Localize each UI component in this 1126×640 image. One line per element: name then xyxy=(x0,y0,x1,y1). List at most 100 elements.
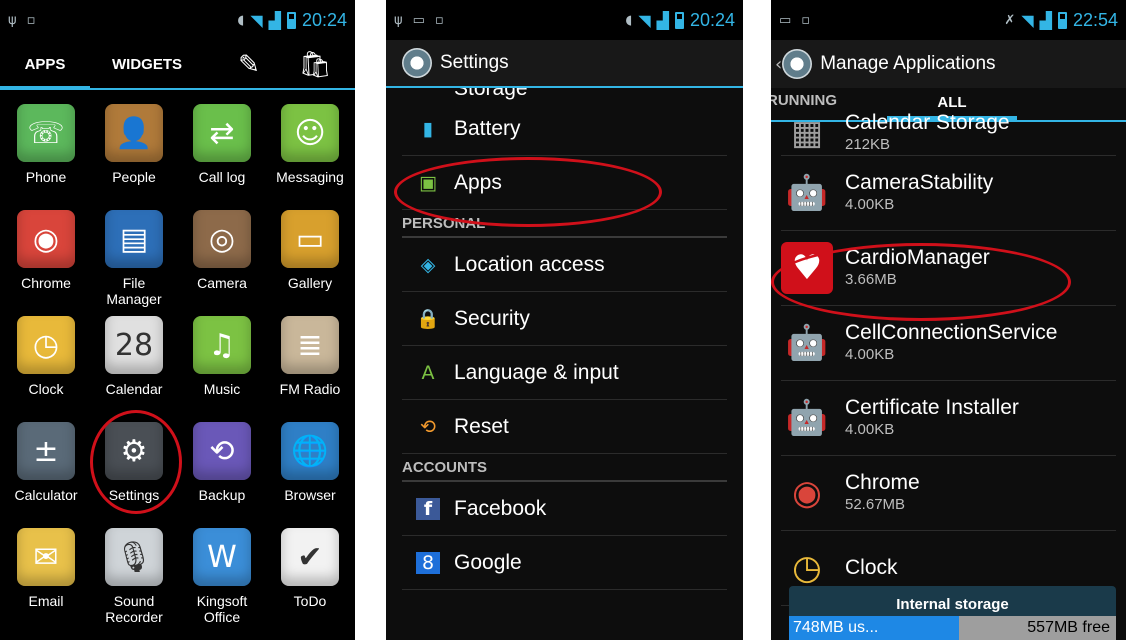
reset-icon: ⟲ xyxy=(420,415,436,438)
app-size: 4.00KB xyxy=(845,196,895,213)
storage-free: 557MB free xyxy=(959,616,1116,640)
tab-widgets[interactable]: WIDGETS xyxy=(98,40,196,88)
app-file-manager[interactable]: ▤ File Manager xyxy=(90,210,178,316)
storage-title: Internal storage xyxy=(896,596,1009,613)
app-list: ▦ Calendar Storage 212KB 🤖 CameraStability 4.… xyxy=(771,110,1126,606)
calendar-icon: 28 xyxy=(105,316,163,374)
store-icon[interactable]: 🛍 xyxy=(298,50,332,80)
app-sound-recorder[interactable]: 🎙 Sound Recorder xyxy=(90,528,178,634)
messaging-icon: ☺ xyxy=(281,104,339,162)
back-icon[interactable]: ‹ xyxy=(775,54,782,75)
app-label: Music xyxy=(203,381,241,397)
battery-icon xyxy=(286,11,296,29)
image-icon: ▭ xyxy=(779,12,792,28)
settings-action-bar: Settings xyxy=(386,40,743,88)
battery-icon xyxy=(1057,11,1067,29)
status-bar: ψ ▫ ◖ ◥ ▟ 20:24 xyxy=(0,0,355,40)
app-label: Browser xyxy=(284,487,336,503)
app-email[interactable]: ✉ Email xyxy=(2,528,90,634)
usb-icon: ψ xyxy=(8,12,17,28)
mute-icon: ✗ xyxy=(1004,12,1016,28)
browser-icon: 🌐 xyxy=(281,422,339,480)
status-bar: ▭ ▫ ✗ ◥ ▟ 22:54 xyxy=(771,0,1126,40)
clock-time: 20:24 xyxy=(689,9,735,30)
screenshot-icon: ▫ xyxy=(434,12,444,28)
app-label: Calculator xyxy=(14,487,78,503)
app-label: Calendar xyxy=(105,381,163,397)
app-list-item[interactable]: 🤖 CameraStability 4.00KB xyxy=(781,156,1116,231)
screenshot-icon: ▫ xyxy=(26,12,36,28)
app-phone[interactable]: ☏ Phone xyxy=(2,104,90,210)
app-people[interactable]: 👤 People xyxy=(90,104,178,210)
app-grid: ☏ Phone 👤 People ⇄ Call log ☺ Messaging ◉ Chrome ▤… xyxy=(0,90,355,634)
tab-apps[interactable]: APPS xyxy=(0,42,90,90)
app-label: Sound Recorder xyxy=(105,593,163,625)
app-name: CameraStability xyxy=(845,171,994,194)
settings-row-google[interactable]: 8 Google xyxy=(402,536,727,590)
music-icon: ♫ xyxy=(193,316,251,374)
calendar-storage-icon: ▦ xyxy=(790,112,824,153)
edit-icon[interactable]: ✎ xyxy=(232,50,266,80)
settings-row-language-input[interactable]: A Language & input xyxy=(402,346,727,400)
settings-row-label: Storage xyxy=(454,88,528,100)
camera-icon: ◎ xyxy=(193,210,251,268)
app-calendar[interactable]: 28 Calendar xyxy=(90,316,178,422)
facebook-icon: f xyxy=(416,497,440,520)
app-list-item[interactable]: ▦ Calendar Storage 212KB xyxy=(781,110,1116,156)
vibrate-icon: ◖ xyxy=(625,12,633,28)
settings-gear-icon[interactable] xyxy=(402,48,432,78)
app-list-item[interactable]: ◉ Chrome 52.67MB xyxy=(781,456,1116,531)
app-browser[interactable]: 🌐 Browser xyxy=(266,422,354,528)
signal-icon: ▟ xyxy=(656,10,669,30)
language-icon: A xyxy=(421,361,435,384)
sound-recorder-icon: 🎙 xyxy=(105,528,163,586)
android-icon: 🤖 xyxy=(785,398,829,438)
vibrate-icon: ◖ xyxy=(237,12,245,28)
settings-row-storage[interactable]: Storage xyxy=(402,88,727,102)
app-calculator[interactable]: ± Calculator xyxy=(2,422,90,528)
lock-icon: 🔒 xyxy=(416,308,440,330)
app-backup[interactable]: ⟲ Backup xyxy=(178,422,266,528)
call-log-icon: ⇄ xyxy=(193,104,251,162)
settings-row-label: Battery xyxy=(454,116,521,140)
chrome-icon: ◉ xyxy=(17,210,75,268)
android-icon: 🤖 xyxy=(785,173,829,213)
app-label: Messaging xyxy=(276,169,344,185)
settings-row-reset[interactable]: ⟲ Reset xyxy=(402,400,727,454)
app-clock[interactable]: ◷ Clock xyxy=(2,316,90,422)
app-call-log[interactable]: ⇄ Call log xyxy=(178,104,266,210)
app-fm-radio[interactable]: ≣ FM Radio xyxy=(266,316,354,422)
highlight-circle xyxy=(90,410,182,514)
page-title: Settings xyxy=(440,52,509,73)
settings-row-security[interactable]: 🔒 Security xyxy=(402,292,727,346)
app-label: FM Radio xyxy=(279,381,341,397)
app-kingsoft-office[interactable]: W Kingsoft Office xyxy=(178,528,266,634)
app-name: Calendar Storage xyxy=(845,110,1010,134)
app-label: Gallery xyxy=(287,275,333,291)
chrome-icon: ◉ xyxy=(792,473,822,513)
app-label: Email xyxy=(28,593,64,609)
usb-icon: ψ xyxy=(394,12,403,28)
status-bar: ψ ▭ ▫ ◖ ◥ ▟ 20:24 xyxy=(386,0,743,40)
manage-action-bar: ‹ Manage Applications xyxy=(771,40,1126,88)
android-icon: 🤖 xyxy=(785,323,829,363)
clock-time: 22:54 xyxy=(1072,9,1118,30)
calculator-icon: ± xyxy=(17,422,75,480)
fm-radio-icon: ≣ xyxy=(281,316,339,374)
app-drawer-screen: ψ ▫ ◖ ◥ ▟ 20:24 APPS WIDGETS ✎ 🛍 ☏ Phone 👤… xyxy=(0,0,355,640)
settings-row-facebook[interactable]: f Facebook xyxy=(402,482,727,536)
settings-gear-icon[interactable] xyxy=(782,49,813,79)
settings-row-location-access[interactable]: ◈ Location access xyxy=(402,238,727,292)
clock-icon: ◷ xyxy=(17,316,75,374)
app-gallery[interactable]: ▭ Gallery xyxy=(266,210,354,316)
app-camera[interactable]: ◎ Camera xyxy=(178,210,266,316)
settings-row-battery[interactable]: ▮ Battery xyxy=(402,102,727,156)
app-chrome[interactable]: ◉ Chrome xyxy=(2,210,90,316)
app-music[interactable]: ♫ Music xyxy=(178,316,266,422)
image-icon: ▭ xyxy=(412,12,425,28)
app-list-item[interactable]: 🤖 Certificate Installer 4.00KB xyxy=(781,381,1116,456)
app-label: Backup xyxy=(198,487,246,503)
app-todo[interactable]: ✔ ToDo xyxy=(266,528,354,634)
app-messaging[interactable]: ☺ Messaging xyxy=(266,104,354,210)
app-name: Certificate Installer xyxy=(845,396,1019,419)
